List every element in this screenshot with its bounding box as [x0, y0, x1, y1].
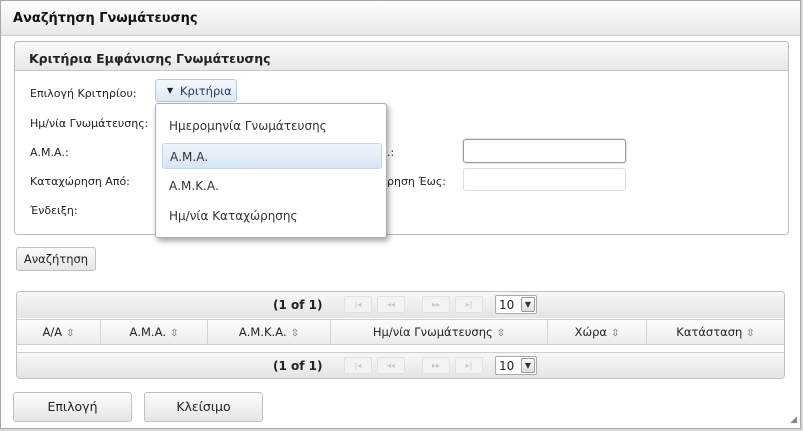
column-header-country[interactable]: Χώρα ⇳: [548, 320, 647, 344]
amka-input[interactable]: [463, 139, 626, 163]
sort-icon: ⇳: [66, 328, 75, 339]
sort-icon: ⇳: [290, 328, 300, 339]
close-button[interactable]: Κλείσιμο: [144, 392, 263, 422]
sort-icon: ⇳: [496, 328, 506, 339]
resize-handle-icon[interactable]: ◢: [790, 415, 797, 425]
bottom-paginator: (1 of 1) |◂ ◂◂ ▸▸ ▸| 10 ▼: [17, 352, 784, 378]
column-header-amka[interactable]: Α.Μ.Κ.Α. ⇳: [208, 320, 331, 344]
criteria-fieldset: Κριτήρια Εμφάνισης Γνωμάτευσης: [14, 41, 789, 235]
dialog-title: Αναζήτηση Γνωμάτευσης: [13, 11, 198, 26]
criteria-dropdown-menu: Ημερομηνία Γνωμάτευσης Α.Μ.Α. Α.Μ.Κ.Α. Η…: [155, 103, 387, 238]
criteria-button-label: Κριτήρια: [180, 84, 232, 98]
ama-label: Α.Μ.Α.:: [30, 146, 69, 159]
last-page-icon[interactable]: ▸|: [455, 357, 483, 374]
sort-icon: ⇳: [746, 328, 755, 339]
first-page-icon[interactable]: |◂: [344, 296, 372, 313]
criteria-legend[interactable]: Κριτήρια Εμφάνισης Γνωμάτευσης: [15, 42, 788, 71]
select-button[interactable]: Επιλογή: [13, 392, 132, 422]
column-label: Α.Μ.Α.: [129, 325, 167, 339]
sort-icon: ⇳: [611, 328, 620, 339]
column-label: Α.Μ.Κ.Α.: [238, 325, 287, 339]
column-header-status[interactable]: Κατάσταση ⇳: [647, 320, 784, 344]
dropdown-item-opinion-date[interactable]: Ημερομηνία Γνωμάτευσης: [162, 113, 382, 139]
next-page-icon[interactable]: ▸▸: [422, 357, 450, 374]
criteria-legend-text: Κριτήρια Εμφάνισης Γνωμάτευσης: [29, 51, 271, 66]
prev-page-icon[interactable]: ◂◂: [377, 296, 405, 313]
indication-label: Ένδειξη:: [30, 204, 78, 217]
search-dialog: Αναζήτηση Γνωμάτευσης Κριτήρια Εμφάνισης…: [0, 0, 801, 429]
amka-label-partial: .:: [387, 146, 395, 159]
column-label: Κατάσταση: [676, 325, 743, 339]
chevron-down-icon: ▼: [521, 358, 535, 373]
dropdown-item-ama[interactable]: Α.Μ.Α.: [162, 143, 382, 169]
criteria-dropdown-button[interactable]: ▼ Κριτήρια: [155, 79, 237, 102]
pager-info: (1 of 1): [273, 359, 323, 373]
caret-down-icon: ▼: [167, 86, 174, 95]
column-header-ama[interactable]: Α.Μ.Α. ⇳: [101, 320, 208, 344]
column-header-opinion-date[interactable]: Ημ/νία Γνωμάτευσης ⇳: [331, 320, 548, 344]
prev-page-icon[interactable]: ◂◂: [377, 357, 405, 374]
registration-from-label: Καταχώρηση Από:: [30, 175, 130, 188]
search-button[interactable]: Αναζήτηση: [16, 247, 96, 271]
pager-info: (1 of 1): [273, 298, 323, 312]
registration-to-input[interactable]: [463, 168, 626, 191]
column-label: Α/Α: [42, 325, 63, 339]
rows-per-page-value: 10: [499, 298, 515, 312]
results-table: (1 of 1) |◂ ◂◂ ▸▸ ▸| 10 ▼ Α/Α ⇳ Α.Μ.Α. ⇳ Α…: [16, 291, 785, 379]
rows-per-page-select[interactable]: 10 ▼: [495, 295, 537, 314]
dialog-titlebar[interactable]: Αναζήτηση Γνωμάτευσης: [1, 1, 800, 36]
select-criterion-label: Επιλογή Κριτηρίου:: [30, 87, 137, 100]
rows-per-page-select[interactable]: 10 ▼: [495, 356, 537, 375]
chevron-down-icon: ▼: [521, 297, 535, 312]
table-header: Α/Α ⇳ Α.Μ.Α. ⇳ Α.Μ.Κ.Α. ⇳ Ημ/νία Γνωμάτευση…: [17, 319, 784, 345]
next-page-icon[interactable]: ▸▸: [422, 296, 450, 313]
registration-to-label-partial: ρηση Έως:: [387, 175, 446, 188]
column-label: Ημ/νία Γνωμάτευσης: [372, 325, 493, 339]
last-page-icon[interactable]: ▸|: [455, 296, 483, 313]
first-page-icon[interactable]: |◂: [344, 357, 372, 374]
sort-icon: ⇳: [170, 328, 179, 339]
opinion-date-label: Ημ/νία Γνωμάτευσης:: [30, 117, 149, 130]
dropdown-item-amka[interactable]: Α.Μ.Κ.Α.: [162, 173, 382, 199]
column-label: Χώρα: [574, 325, 607, 339]
top-paginator: (1 of 1) |◂ ◂◂ ▸▸ ▸| 10 ▼: [17, 292, 784, 318]
column-header-aa[interactable]: Α/Α ⇳: [17, 320, 101, 344]
dropdown-item-registration-date[interactable]: Ημ/νία Καταχώρησης: [162, 203, 382, 229]
rows-per-page-value: 10: [499, 359, 515, 373]
